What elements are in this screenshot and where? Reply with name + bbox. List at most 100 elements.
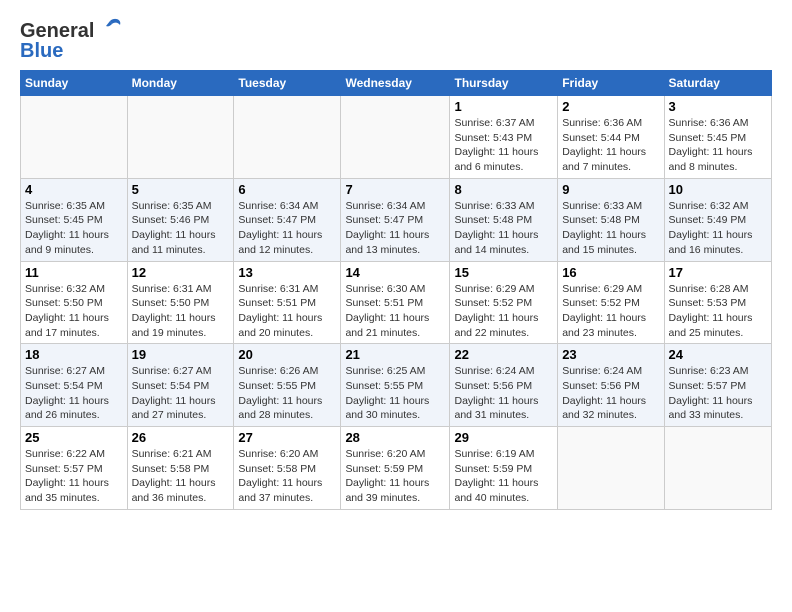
logo-text-general: General — [20, 20, 94, 42]
weekday-header-thursday: Thursday — [450, 71, 558, 96]
weekday-header-friday: Friday — [558, 71, 664, 96]
calendar-cell: 21 Sunrise: 6:25 AM Sunset: 5:55 PM Dayli… — [341, 344, 450, 427]
day-info: Sunrise: 6:35 AM Sunset: 5:45 PM Dayligh… — [25, 199, 123, 258]
day-info: Sunrise: 6:24 AM Sunset: 5:56 PM Dayligh… — [454, 364, 553, 423]
day-number: 9 — [562, 182, 659, 197]
calendar-cell: 27 Sunrise: 6:20 AM Sunset: 5:58 PM Dayli… — [234, 427, 341, 510]
day-info: Sunrise: 6:32 AM Sunset: 5:49 PM Dayligh… — [669, 199, 767, 258]
logo: General Blue — [20, 20, 124, 62]
calendar-cell — [664, 427, 771, 510]
day-info: Sunrise: 6:34 AM Sunset: 5:47 PM Dayligh… — [238, 199, 336, 258]
day-info: Sunrise: 6:19 AM Sunset: 5:59 PM Dayligh… — [454, 447, 553, 506]
week-row-2: 4 Sunrise: 6:35 AM Sunset: 5:45 PM Daylig… — [21, 178, 772, 261]
day-info: Sunrise: 6:27 AM Sunset: 5:54 PM Dayligh… — [25, 364, 123, 423]
calendar-cell: 4 Sunrise: 6:35 AM Sunset: 5:45 PM Daylig… — [21, 178, 128, 261]
day-number: 25 — [25, 430, 123, 445]
day-number: 14 — [345, 265, 445, 280]
day-number: 5 — [132, 182, 230, 197]
day-number: 22 — [454, 347, 553, 362]
day-info: Sunrise: 6:28 AM Sunset: 5:53 PM Dayligh… — [669, 282, 767, 341]
calendar-cell: 24 Sunrise: 6:23 AM Sunset: 5:57 PM Dayli… — [664, 344, 771, 427]
calendar-cell: 16 Sunrise: 6:29 AM Sunset: 5:52 PM Dayli… — [558, 261, 664, 344]
day-info: Sunrise: 6:27 AM Sunset: 5:54 PM Dayligh… — [132, 364, 230, 423]
calendar-cell: 12 Sunrise: 6:31 AM Sunset: 5:50 PM Dayli… — [127, 261, 234, 344]
day-info: Sunrise: 6:29 AM Sunset: 5:52 PM Dayligh… — [562, 282, 659, 341]
calendar-body: 1 Sunrise: 6:37 AM Sunset: 5:43 PM Daylig… — [21, 96, 772, 510]
header: General Blue — [20, 20, 772, 62]
week-row-4: 18 Sunrise: 6:27 AM Sunset: 5:54 PM Dayli… — [21, 344, 772, 427]
day-info: Sunrise: 6:20 AM Sunset: 5:59 PM Dayligh… — [345, 447, 445, 506]
day-number: 28 — [345, 430, 445, 445]
calendar-cell: 3Sunrise: 6:36 AM Sunset: 5:45 PM Daylig… — [664, 96, 771, 179]
day-info: Sunrise: 6:33 AM Sunset: 5:48 PM Dayligh… — [454, 199, 553, 258]
day-number: 24 — [669, 347, 767, 362]
day-info: Sunrise: 6:33 AM Sunset: 5:48 PM Dayligh… — [562, 199, 659, 258]
day-info: Sunrise: 6:34 AM Sunset: 5:47 PM Dayligh… — [345, 199, 445, 258]
day-info: Sunrise: 6:35 AM Sunset: 5:46 PM Dayligh… — [132, 199, 230, 258]
week-row-5: 25 Sunrise: 6:22 AM Sunset: 5:57 PM Dayli… — [21, 427, 772, 510]
weekday-header-saturday: Saturday — [664, 71, 771, 96]
calendar-cell: 11 Sunrise: 6:32 AM Sunset: 5:50 PM Dayli… — [21, 261, 128, 344]
day-number: 26 — [132, 430, 230, 445]
day-info: Sunrise: 6:30 AM Sunset: 5:51 PM Dayligh… — [345, 282, 445, 341]
day-number: 4 — [25, 182, 123, 197]
day-number: 16 — [562, 265, 659, 280]
calendar-cell: 29 Sunrise: 6:19 AM Sunset: 5:59 PM Dayli… — [450, 427, 558, 510]
day-number: 17 — [669, 265, 767, 280]
day-info: Sunrise: 6:22 AM Sunset: 5:57 PM Dayligh… — [25, 447, 123, 506]
calendar-cell: 17 Sunrise: 6:28 AM Sunset: 5:53 PM Dayli… — [664, 261, 771, 344]
day-number: 1 — [454, 99, 553, 114]
calendar-cell — [234, 96, 341, 179]
day-number: 18 — [25, 347, 123, 362]
logo-text-blue: Blue — [20, 40, 124, 62]
day-number: 11 — [25, 265, 123, 280]
week-row-3: 11 Sunrise: 6:32 AM Sunset: 5:50 PM Dayli… — [21, 261, 772, 344]
day-number: 27 — [238, 430, 336, 445]
weekday-header-sunday: Sunday — [21, 71, 128, 96]
day-info: Sunrise: 6:37 AM Sunset: 5:43 PM Dayligh… — [454, 116, 553, 175]
day-info: Sunrise: 6:21 AM Sunset: 5:58 PM Dayligh… — [132, 447, 230, 506]
day-info: Sunrise: 6:36 AM Sunset: 5:44 PM Dayligh… — [562, 116, 659, 175]
day-number: 13 — [238, 265, 336, 280]
day-info: Sunrise: 6:24 AM Sunset: 5:56 PM Dayligh… — [562, 364, 659, 423]
day-number: 23 — [562, 347, 659, 362]
day-info: Sunrise: 6:25 AM Sunset: 5:55 PM Dayligh… — [345, 364, 445, 423]
day-info: Sunrise: 6:26 AM Sunset: 5:55 PM Dayligh… — [238, 364, 336, 423]
day-info: Sunrise: 6:20 AM Sunset: 5:58 PM Dayligh… — [238, 447, 336, 506]
weekday-header-wednesday: Wednesday — [341, 71, 450, 96]
day-number: 15 — [454, 265, 553, 280]
calendar-cell — [21, 96, 128, 179]
calendar-cell: 19 Sunrise: 6:27 AM Sunset: 5:54 PM Dayli… — [127, 344, 234, 427]
day-number: 19 — [132, 347, 230, 362]
calendar-cell: 10Sunrise: 6:32 AM Sunset: 5:49 PM Dayli… — [664, 178, 771, 261]
day-info: Sunrise: 6:23 AM Sunset: 5:57 PM Dayligh… — [669, 364, 767, 423]
weekday-header-row: SundayMondayTuesdayWednesdayThursdayFrid… — [21, 71, 772, 96]
week-row-1: 1 Sunrise: 6:37 AM Sunset: 5:43 PM Daylig… — [21, 96, 772, 179]
calendar-cell — [127, 96, 234, 179]
day-number: 6 — [238, 182, 336, 197]
day-info: Sunrise: 6:32 AM Sunset: 5:50 PM Dayligh… — [25, 282, 123, 341]
page: General Blue SundayMondayTuesdayWednesda… — [0, 0, 792, 520]
calendar-cell: 9 Sunrise: 6:33 AM Sunset: 5:48 PM Daylig… — [558, 178, 664, 261]
day-info: Sunrise: 6:31 AM Sunset: 5:50 PM Dayligh… — [132, 282, 230, 341]
calendar-cell: 15 Sunrise: 6:29 AM Sunset: 5:52 PM Dayli… — [450, 261, 558, 344]
day-number: 20 — [238, 347, 336, 362]
calendar-cell: 25 Sunrise: 6:22 AM Sunset: 5:57 PM Dayli… — [21, 427, 128, 510]
day-number: 21 — [345, 347, 445, 362]
weekday-header-monday: Monday — [127, 71, 234, 96]
day-number: 8 — [454, 182, 553, 197]
day-info: Sunrise: 6:29 AM Sunset: 5:52 PM Dayligh… — [454, 282, 553, 341]
day-number: 12 — [132, 265, 230, 280]
calendar-cell: 23 Sunrise: 6:24 AM Sunset: 5:56 PM Dayli… — [558, 344, 664, 427]
calendar-cell: 5 Sunrise: 6:35 AM Sunset: 5:46 PM Daylig… — [127, 178, 234, 261]
calendar-cell: 7Sunrise: 6:34 AM Sunset: 5:47 PM Daylig… — [341, 178, 450, 261]
calendar-cell: 14 Sunrise: 6:30 AM Sunset: 5:51 PM Dayli… — [341, 261, 450, 344]
calendar-cell: 2Sunrise: 6:36 AM Sunset: 5:44 PM Daylig… — [558, 96, 664, 179]
calendar-cell: 1 Sunrise: 6:37 AM Sunset: 5:43 PM Daylig… — [450, 96, 558, 179]
day-number: 29 — [454, 430, 553, 445]
calendar-cell: 13 Sunrise: 6:31 AM Sunset: 5:51 PM Dayli… — [234, 261, 341, 344]
calendar-cell: 28 Sunrise: 6:20 AM Sunset: 5:59 PM Dayli… — [341, 427, 450, 510]
calendar-cell — [341, 96, 450, 179]
logo-bird-icon — [96, 17, 124, 41]
day-info: Sunrise: 6:31 AM Sunset: 5:51 PM Dayligh… — [238, 282, 336, 341]
